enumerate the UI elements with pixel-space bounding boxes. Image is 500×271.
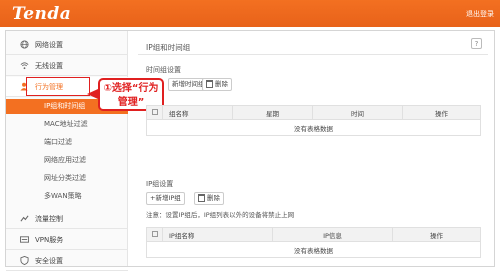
vpn-icon	[20, 236, 29, 243]
page-title: IP组和时间组	[146, 43, 191, 52]
sidebar-item-label: 网络设置	[35, 40, 63, 49]
col-time: 时间	[312, 105, 403, 120]
select-all-cell	[146, 227, 163, 242]
col-group-name: 组名称	[162, 105, 233, 120]
sidebar-item-label: VPN服务	[35, 235, 64, 244]
submenu-mac-filter[interactable]: MAC地址过滤	[6, 117, 128, 132]
logout-link[interactable]: 退出登录	[466, 9, 494, 19]
submenu-url-filter[interactable]: 网址分类过滤	[6, 171, 128, 186]
sidebar-item-wireless[interactable]: 无线设置	[6, 56, 128, 76]
wifi-icon	[20, 62, 29, 70]
col-action: 操作	[402, 105, 481, 120]
time-group-section-title: 时间组设置	[146, 66, 181, 74]
empty-message: 没有表格数据	[146, 241, 481, 258]
col-weekday: 星期	[232, 105, 313, 120]
table-row: 没有表格数据	[146, 119, 481, 136]
table-header-row: 组名称 星期 时间 操作	[146, 105, 481, 120]
submenu-port-filter[interactable]: 端口过滤	[6, 135, 128, 150]
sidebar-item-vpn[interactable]: VPN服务	[6, 230, 128, 250]
trash-icon	[206, 80, 213, 88]
highlight-box	[26, 77, 90, 96]
trash-icon	[198, 194, 205, 202]
add-ip-group-button[interactable]: +新增IP组	[146, 192, 185, 205]
col-action: 操作	[392, 227, 481, 242]
select-all-cell	[146, 105, 163, 120]
submenu-app-filter[interactable]: 网络应用过滤	[6, 153, 128, 168]
add-time-group-label: 新增时间组	[172, 80, 205, 88]
ip-group-table: IP组名称 IP信息 操作 没有表格数据	[146, 227, 481, 258]
sidebar-item-network[interactable]: 网络设置	[6, 35, 128, 55]
select-all-checkbox[interactable]	[151, 108, 158, 115]
sidebar-item-label: 无线设置	[35, 61, 63, 70]
ip-group-section-title: IP组设置	[146, 180, 174, 188]
sidebar: 网络设置 无线设置 行为管理 IP组和时间组 MAC地址过滤 端口过滤 网络应用…	[6, 31, 128, 271]
shield-icon	[20, 256, 29, 265]
col-ip-group-name: IP组名称	[162, 227, 273, 242]
table-row: 没有表格数据	[146, 241, 481, 258]
traffic-icon	[20, 215, 29, 222]
callout-arrow	[87, 89, 98, 99]
delete-ip-group-button[interactable]: 删除	[194, 192, 224, 205]
delete-label: 删除	[207, 194, 220, 202]
ip-group-note: 注意：设置IP组后，IP组列表以外的设备将禁止上网	[146, 211, 295, 219]
col-ip-info: IP信息	[272, 227, 393, 242]
page-header: IP组和时间组 ?	[138, 33, 488, 55]
sidebar-item-label: 安全设置	[35, 256, 63, 265]
table-header-row: IP组名称 IP信息 操作	[146, 227, 481, 242]
select-all-checkbox[interactable]	[151, 230, 158, 237]
submenu-multi-wan[interactable]: 多WAN策略	[6, 189, 128, 204]
top-bar: Tenda 退出登录	[0, 0, 500, 27]
help-button[interactable]: ?	[471, 38, 482, 49]
delete-label: 删除	[215, 80, 228, 88]
delete-time-group-button[interactable]: 删除	[202, 78, 232, 91]
brand-logo: Tenda	[12, 4, 72, 24]
time-group-table: 组名称 星期 时间 操作 没有表格数据	[146, 105, 481, 136]
empty-message: 没有表格数据	[146, 119, 481, 136]
content-area: IP组和时间组 ? 时间组设置 新增时间组 删除 组名称 星期 时间 操作 没有…	[138, 31, 490, 266]
sidebar-item-label: 流量控制	[35, 214, 63, 223]
sidebar-item-security[interactable]: 安全设置	[6, 251, 128, 271]
globe-icon	[20, 40, 29, 49]
sidebar-item-traffic[interactable]: 流量控制	[6, 209, 128, 229]
